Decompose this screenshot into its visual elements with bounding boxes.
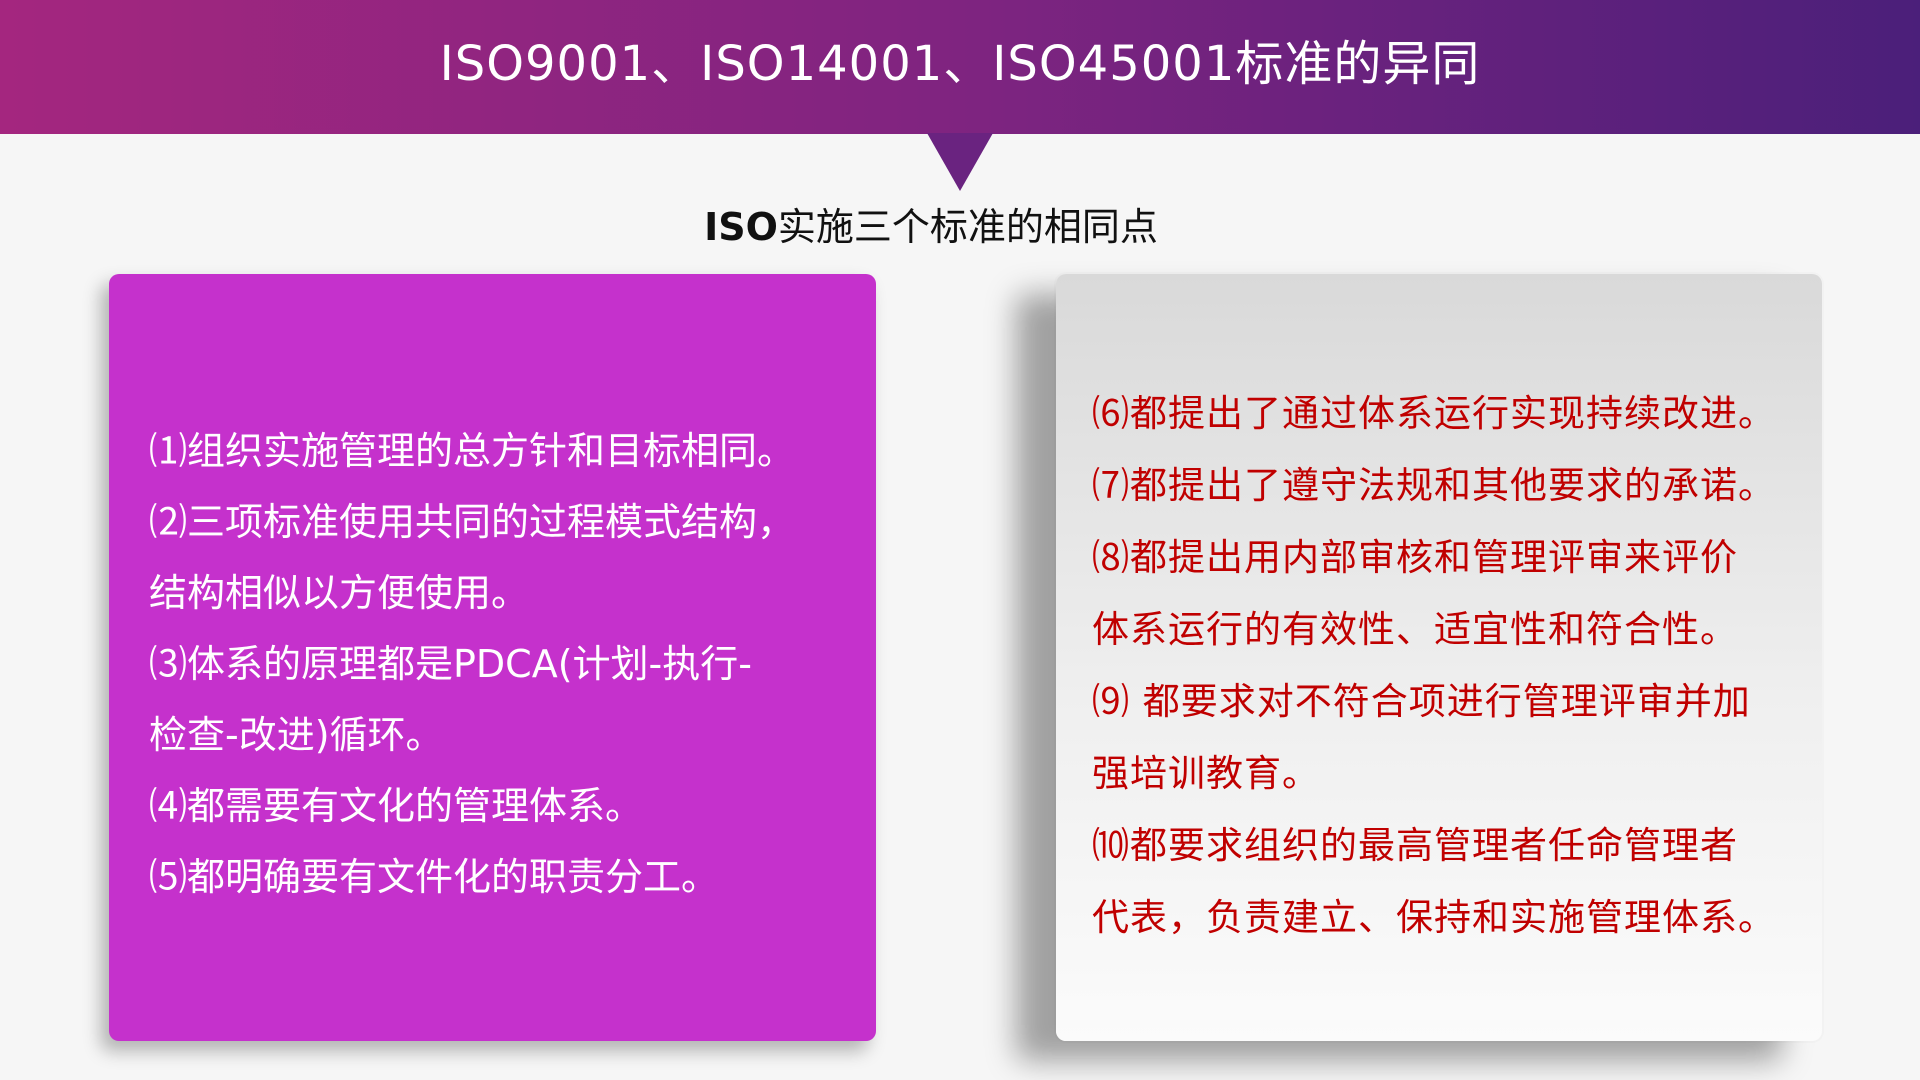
list-item: ⑸都明确要有文件化的职责分工。 [149, 855, 720, 899]
banner-pointer [927, 133, 993, 191]
title-banner: ISO9001、ISO14001、ISO45001标准的异同 [0, 0, 1920, 134]
similarities-card-right: ⑹都提出了通过体系运行实现持续改进。 ⑺都提出了遵守法规和其他要求的承诺。 ⑻都… [1056, 274, 1822, 1041]
list-item: ⑷都需要有文化的管理体系。 [149, 784, 644, 828]
list-item: ⑺都提出了遵守法规和其他要求的承诺。 [1092, 464, 1776, 507]
page-title: ISO9001、ISO14001、ISO45001标准的异同 [439, 36, 1481, 92]
list-item: ⑹都提出了通过体系运行实现持续改进。 [1092, 392, 1776, 435]
list-item: 代表，负责建立、保持和实施管理体系。 [1092, 896, 1776, 939]
section-heading-prefix: ISO [704, 205, 778, 249]
list-item: ⑵三项标准使用共同的过程模式结构， [149, 500, 796, 544]
list-item: ⑴组织实施管理的总方针和目标相同。 [149, 429, 796, 473]
list-item: 结构相似以方便使用。 [149, 571, 530, 615]
list-item: 强培训教育。 [1092, 752, 1320, 795]
list-item: 体系运行的有效性、适宜性和符合性。 [1092, 608, 1738, 651]
section-heading: ISO实施三个标准的相同点 [0, 196, 1862, 251]
list-item: ⑽都要求组织的最高管理者任命管理者 [1092, 824, 1738, 867]
list-item: ⑼ 都要求对不符合项进行管理评审并加 [1092, 680, 1751, 723]
section-heading-text: 实施三个标准的相同点 [777, 205, 1158, 249]
similarities-card-left: ⑴组织实施管理的总方针和目标相同。 ⑵三项标准使用共同的过程模式结构， 结构相似… [109, 274, 876, 1041]
list-item: ⑻都提出用内部审核和管理评审来评价 [1092, 536, 1738, 579]
list-item: ⑶体系的原理都是PDCA(计划-执行- [149, 642, 752, 686]
list-item: 检查-改进)循环。 [149, 713, 444, 757]
